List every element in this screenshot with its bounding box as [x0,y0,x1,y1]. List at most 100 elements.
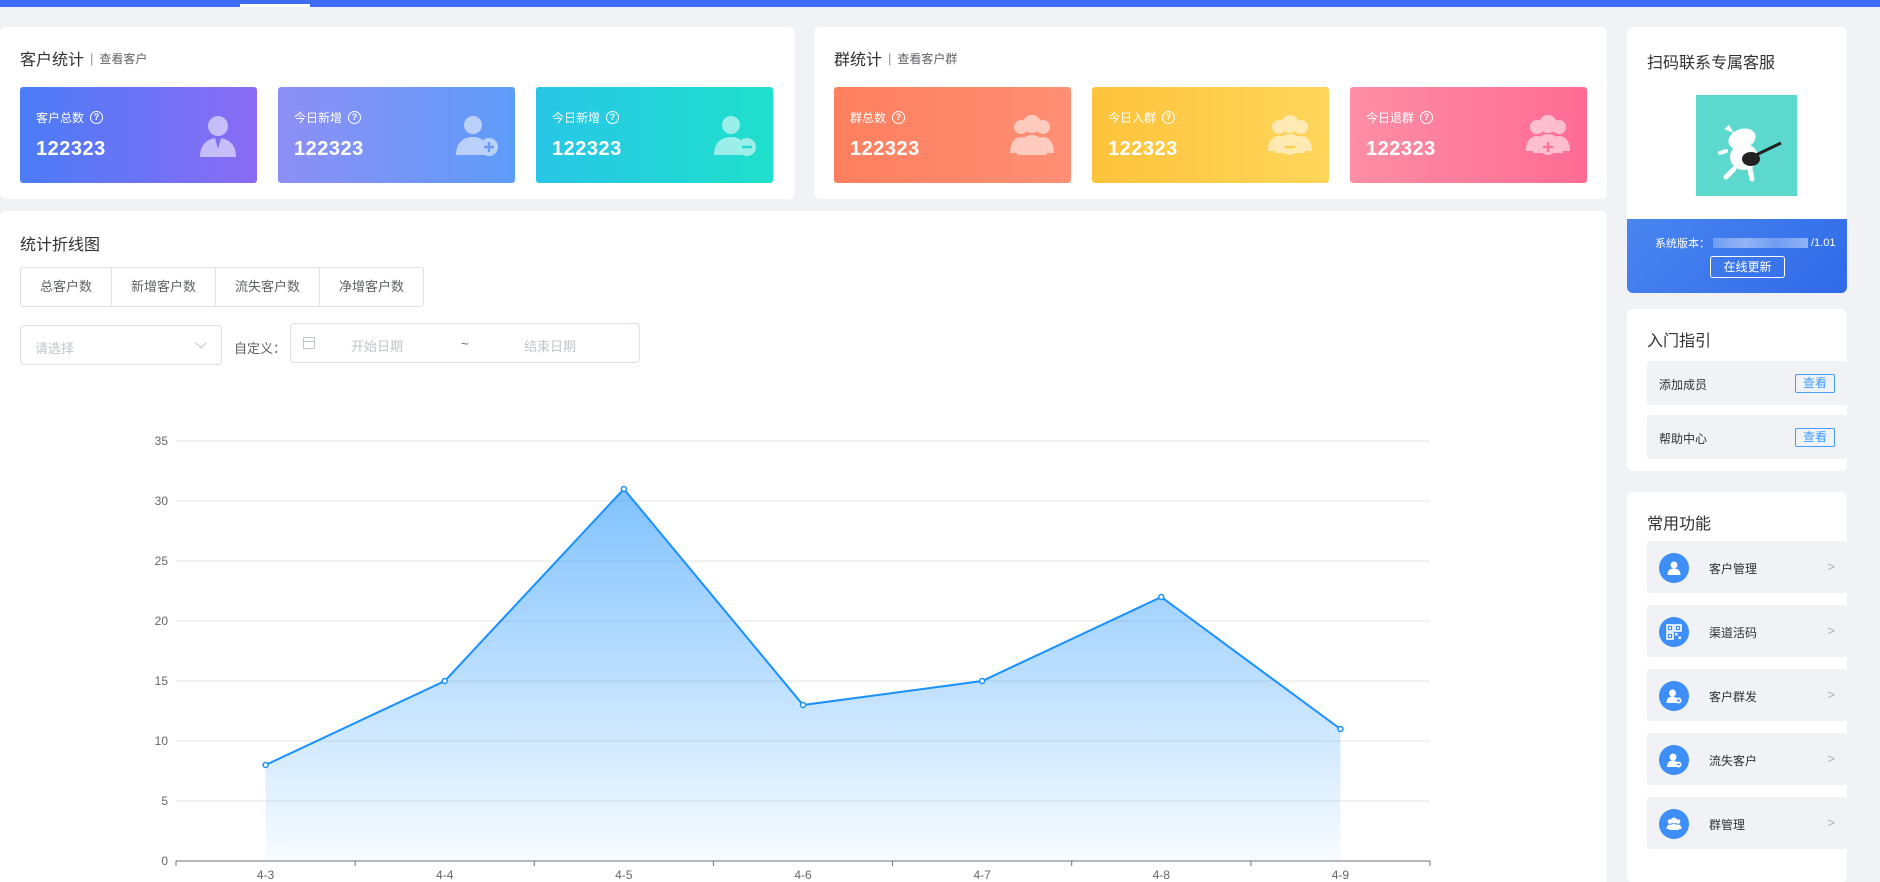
func-item-customer-broadcast[interactable]: 客户群发 > [1647,669,1847,721]
func-item-label: 客户管理 [1709,562,1758,576]
chevron-right-icon: > [1827,687,1835,702]
help-icon[interactable]: ? [90,111,104,124]
service-card: 扫码联系专属客服 系统版本： /1.01 在线更新 [1627,27,1847,293]
user-add-icon [456,116,498,156]
stat-label: 今日入群? [1108,109,1176,126]
user-remove-icon [714,116,756,156]
func-item-group-manage[interactable]: 群管理 > [1647,797,1847,849]
chevron-right-icon: > [1827,559,1835,574]
line-chart-panel: 统计折线图 总客户数 新增客户数 流失客户数 净增客户数 请选择 自定义： 开始… [0,211,1607,882]
func-item-label: 流失客户 [1709,754,1758,768]
help-icon[interactable]: ? [606,111,620,124]
group-stats-card: 群统计 | 查看客户群 群总数? 122323 今日入群? 122323 今日退… [814,27,1607,199]
y-tick-label: 10 [155,734,169,748]
customer-stats-title: 客户统计 [20,52,85,69]
stat-value: 122323 [1108,138,1178,160]
help-icon[interactable]: ? [892,111,906,124]
stat-card-new-customers-2: 今日新增? 122323 [536,87,773,183]
chevron-right-icon: > [1827,815,1835,830]
stat-card-total-groups: 群总数? 122323 [834,87,1071,183]
x-tick-label: 4-8 [1153,868,1171,882]
version-text: 系统版本： /1.01 [1655,237,1836,250]
data-point [1337,725,1344,733]
stat-value: 122323 [36,138,106,160]
view-customers-link[interactable]: 查看客户 [99,50,147,67]
y-tick-label: 0 [161,854,168,868]
func-item-label: 渠道活码 [1709,626,1758,640]
series-area [265,489,1341,861]
func-item-lost-customers[interactable]: 流失客户 > [1647,733,1847,785]
y-tick-label: 30 [155,494,169,508]
qrcode-icon [1659,617,1689,647]
lost-customer-icon [1659,745,1689,775]
version-banner: 系统版本： /1.01 在线更新 [1627,219,1847,293]
chevron-right-icon: > [1827,623,1835,638]
data-point [978,677,986,685]
help-icon[interactable]: ? [348,111,362,124]
stat-value: 122323 [1366,138,1436,160]
x-tick-label: 4-3 [257,868,275,882]
group-remove-icon [1268,115,1312,155]
guide-item-label: 添加成员 [1659,378,1708,392]
guide-card: 入门指引 添加成员 查看 帮助中心 查看 [1627,309,1847,471]
guide-item-add-member: 添加成员 查看 [1647,361,1847,405]
x-tick-label: 4-7 [973,868,991,882]
stat-label: 群总数? [850,109,906,126]
service-qr-image [1696,95,1797,196]
data-point [799,701,807,709]
y-tick-label: 25 [155,554,169,568]
mascot-icon [1718,125,1782,182]
func-item-customer-manage[interactable]: 客户管理 > [1647,541,1847,593]
stat-label: 今日新增? [552,109,620,126]
guide-item-label: 帮助中心 [1659,432,1708,446]
view-button[interactable]: 查看 [1795,428,1835,447]
group-add-icon [1526,115,1570,155]
x-tick-label: 4-4 [436,868,454,882]
data-point [441,677,448,685]
stat-value: 122323 [552,138,622,160]
top-nav-bar [0,0,1880,7]
group-icon [1010,115,1054,155]
help-icon[interactable]: ? [1162,111,1176,124]
stat-label: 今日新增? [294,109,362,126]
guide-title: 入门指引 [1647,333,1712,350]
service-title: 扫码联系专属客服 [1647,55,1776,72]
data-point [262,761,269,769]
customer-icon [1659,553,1689,583]
group-stats-title: 群统计 [834,52,883,69]
title-separator: | [888,50,892,66]
functions-title: 常用功能 [1647,516,1712,533]
view-button[interactable]: 查看 [1795,374,1835,393]
chevron-right-icon: > [1827,751,1835,766]
group-manage-icon [1659,809,1689,839]
user-icon [200,116,236,157]
online-update-button[interactable]: 在线更新 [1710,256,1785,278]
stat-card-total-customers: 客户总数? 122323 [20,87,257,183]
customer-stats-header: 客户统计 | 查看客户 [20,46,147,70]
data-point [1158,593,1165,601]
stat-label: 客户总数? [36,109,104,126]
x-tick-label: 4-6 [794,868,812,882]
blurred-version [1713,238,1808,248]
active-tab-indicator [240,4,310,7]
data-point [620,485,628,493]
stat-value: 122323 [294,138,364,160]
guide-item-help-center: 帮助中心 查看 [1647,415,1847,459]
title-separator: | [90,50,94,66]
func-item-label: 群管理 [1709,818,1746,832]
functions-card: 常用功能 客户管理 > 渠道活码 > 客户群发 > 流失客户 > 群管理 > [1627,492,1847,882]
x-tick-label: 4-9 [1332,868,1350,882]
stat-card-new-customers: 今日新增? 122323 [278,87,515,183]
stat-label: 今日退群? [1366,109,1434,126]
y-tick-label: 20 [155,614,169,628]
help-icon[interactable]: ? [1420,111,1434,124]
group-stats-header: 群统计 | 查看客户群 [834,46,957,70]
y-tick-label: 15 [155,674,169,688]
stat-value: 122323 [850,138,920,160]
customer-stats-card: 客户统计 | 查看客户 客户总数? 122323 今日新增? 122323 今日… [0,27,795,199]
func-item-channel-qrcode[interactable]: 渠道活码 > [1647,605,1847,657]
view-groups-link[interactable]: 查看客户群 [897,50,957,67]
stat-card-left-groups: 今日退群? 122323 [1350,87,1587,183]
func-item-label: 客户群发 [1709,690,1758,704]
stat-card-joined-groups: 今日入群? 122323 [1092,87,1329,183]
